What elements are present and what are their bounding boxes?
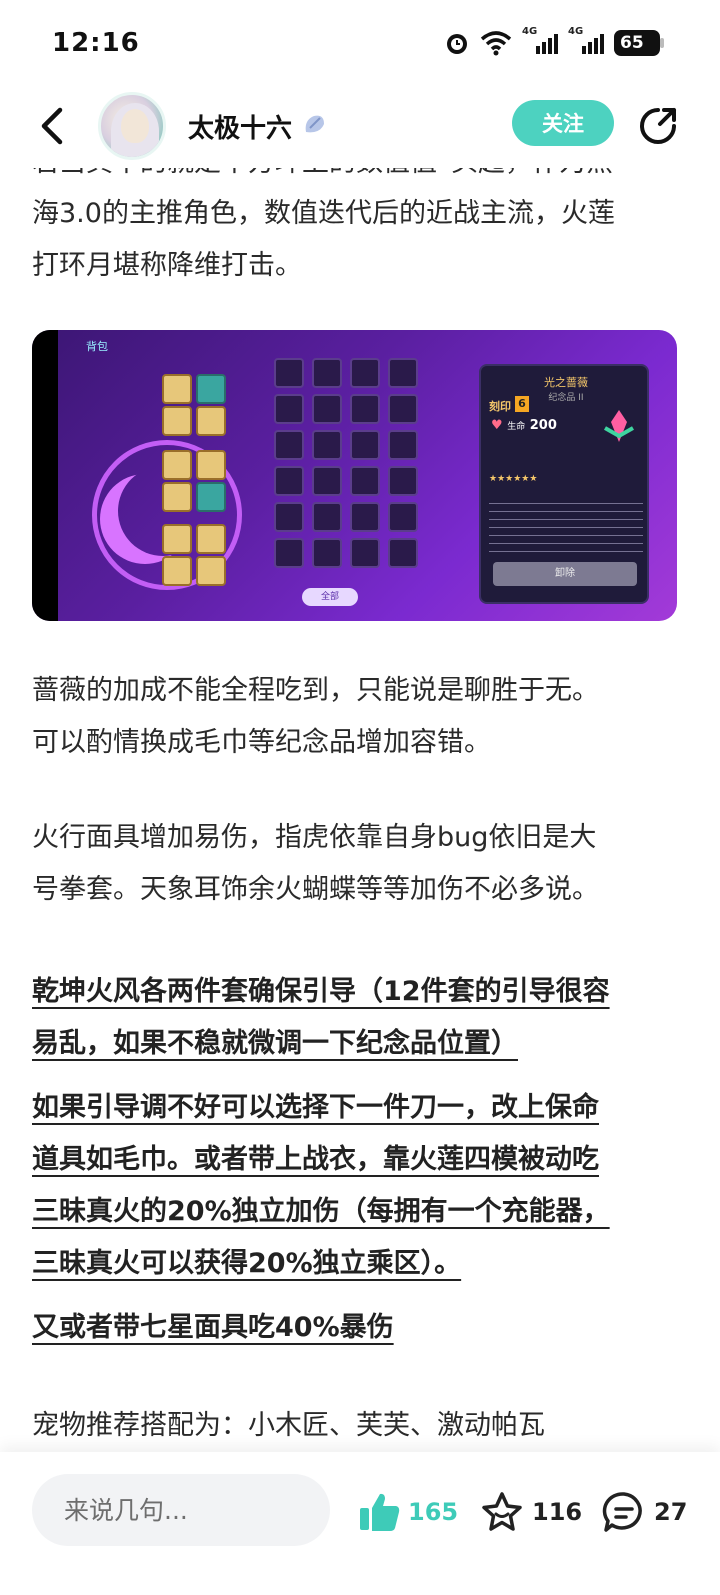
paragraph-line: 乾坤火风各两件套确保引导（12件套的引导很容 [32, 976, 610, 1007]
paragraph-line: 火行面具增加易伤，指虎依靠自身bug依旧是大 [32, 822, 597, 853]
paragraph-line: 道具如毛巾。或者带上战衣，靠火莲四模被动吃 [32, 1144, 599, 1175]
paragraph-line: 易乱，如果不稳就微调一下纪念品位置） [32, 1028, 518, 1059]
paragraph-bold-mask: 又或者带七星面具吃40%暴伤 [32, 1302, 692, 1354]
paragraph-pets: 宠物推荐搭配为：小木匠、芙芙、激动帕瓦 [32, 1400, 692, 1452]
paragraph-line: 海3.0的主推角色，数值迭代后的近战主流，火莲 [32, 198, 615, 229]
game-all-button: 全部 [302, 588, 358, 606]
author-badge-icon [305, 115, 324, 133]
item-unequip-button: 卸除 [493, 562, 637, 586]
thumbs-up-icon [360, 1493, 400, 1531]
item-title: 光之蔷薇 [544, 376, 588, 389]
paragraph-line: 如果引导调不好可以选择下一件刀一，改上保命 [32, 1092, 599, 1123]
item-stat: ♥ 生命 200 [491, 418, 557, 433]
item-level-value: 6 [515, 396, 529, 412]
follow-button[interactable]: 关注 [512, 100, 614, 146]
paragraph-bold-alt: 如果引导调不好可以选择下一件刀一，改上保命 道具如毛巾。或者带上战衣，靠火莲四模… [32, 1082, 692, 1290]
paragraph-line: 三昧真火可以获得20%独立乘区）。 [32, 1248, 462, 1279]
paragraph-line: 三昧真火的20%独立加伤（每拥有一个充能器， [32, 1196, 610, 1227]
wifi-icon [480, 31, 512, 56]
paragraph-intro-rest: 海3.0的主推角色，数值迭代后的近战主流，火莲 打环月堪称降维打击。 [32, 188, 692, 292]
comment-count: 27 [654, 1498, 688, 1526]
star-icon [482, 1492, 522, 1531]
back-arrow-icon[interactable] [34, 104, 74, 148]
paragraph-line: 号拳套。天象耳饰余火蝴蝶等等加伤不必多说。 [32, 874, 599, 905]
paragraph-line: 宠物推荐搭配为：小木匠、芙芙、激动帕瓦 [32, 1410, 545, 1441]
paragraph-line: 又或者带七星面具吃40%暴伤 [32, 1312, 394, 1343]
alarm-icon [447, 34, 467, 54]
paragraph-bold-set: 乾坤火风各两件套确保引导（12件套的引导很容 易乱，如果不稳就微调一下纪念品位置… [32, 966, 692, 1070]
paragraph-line: 可以酌情换成毛巾等纪念品增加容错。 [32, 727, 491, 758]
status-icons: 4G 4G 65 [444, 26, 664, 56]
battery-icon: 65 [614, 30, 664, 56]
author-name[interactable]: 太极十六 [188, 108, 292, 145]
comment-input[interactable] [32, 1474, 330, 1546]
item-detail-panel: 光之蔷薇 纪念品 II 刻印 6 ♥ 生命 200 ★★★★★★ 卸除 [479, 364, 649, 604]
paragraph-line: 若当其中的就是中方环上的数值值“头起，作为黑 [32, 168, 682, 188]
author-avatar[interactable] [98, 92, 166, 160]
paragraph-line: 蔷薇的加成不能全程吃到，只能说是聊胜于无。 [32, 675, 599, 706]
share-icon[interactable] [636, 104, 680, 148]
battery-level: 65 [620, 33, 644, 53]
status-bar: 12:16 4G 4G 65 [0, 0, 720, 90]
item-level-label: 刻印 [489, 400, 511, 413]
game-screenshot-image[interactable]: 背包 全部 光之蔷薇 纪念品 II 刻印 6 ♥ 生命 200 ★★★★★★ 卸… [32, 330, 677, 621]
paragraph-rose: 蔷薇的加成不能全程吃到，只能说是聊胜于无。 可以酌情换成毛巾等纪念品增加容错。 [32, 665, 692, 769]
signal-icon-2: 4G [568, 26, 604, 54]
game-back-label: 背包 [86, 340, 108, 353]
paragraph-mask: 火行面具增加易伤，指虎依靠自身bug依旧是大 号拳套。天象耳饰余火蝴蝶等等加伤不… [32, 812, 692, 916]
top-nav: 太极十六 关注 [0, 90, 720, 162]
like-button[interactable]: 165 [358, 1490, 458, 1534]
bottom-action-bar: 165 116 27 [0, 1452, 720, 1595]
comment-bubble-icon [602, 1492, 642, 1532]
paragraph-line: 打环月堪称降维打击。 [32, 250, 302, 281]
like-count: 165 [408, 1498, 459, 1526]
rose-icon [604, 410, 634, 442]
status-time: 12:16 [52, 28, 140, 58]
favorite-count: 116 [532, 1498, 583, 1526]
signal-icon-1: 4G [522, 26, 558, 54]
favorite-button[interactable]: 116 [480, 1490, 582, 1534]
comment-button[interactable]: 27 [602, 1490, 687, 1534]
